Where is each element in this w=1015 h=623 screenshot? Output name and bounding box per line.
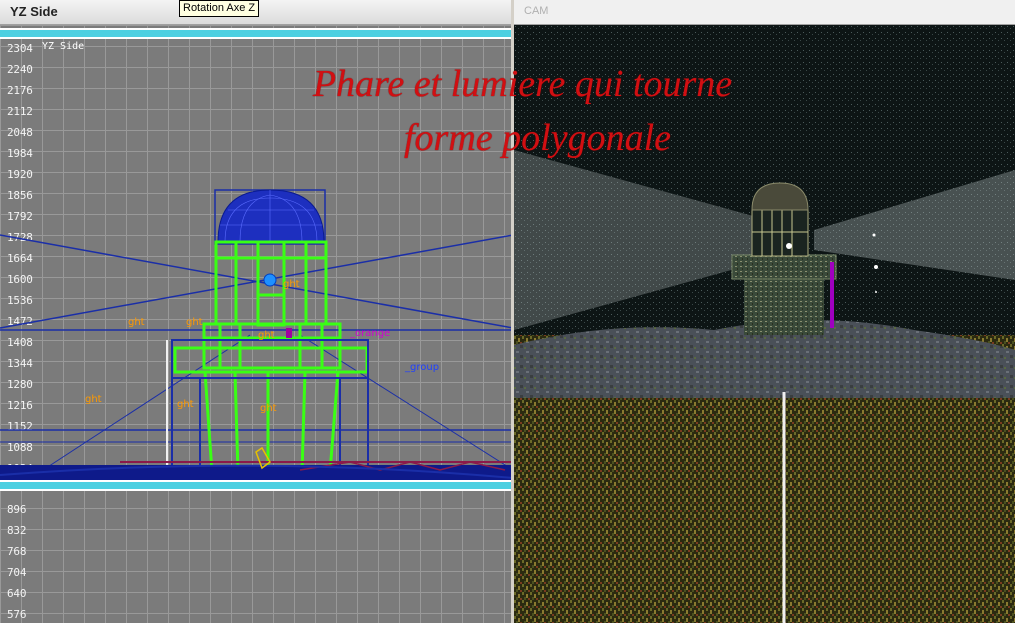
rotation-axis-tooltip: Rotation Axe Z bbox=[179, 0, 260, 17]
group-label[interactable]: _group bbox=[405, 362, 439, 373]
light-label[interactable]: ght bbox=[260, 403, 277, 414]
overlay-title-line2: forme polygonale bbox=[403, 117, 671, 159]
light-label[interactable]: ght bbox=[128, 317, 145, 328]
overlay-title-line1: Phare et lumiere qui tourne bbox=[312, 63, 733, 105]
light-label[interactable]: ght bbox=[283, 279, 300, 290]
light-label[interactable]: ght bbox=[186, 317, 203, 328]
light-label[interactable]: ght bbox=[85, 394, 102, 405]
light-label[interactable]: ght bbox=[177, 399, 194, 410]
light-label[interactable]: ght bbox=[258, 330, 275, 341]
spot-orange-label[interactable]: _orange bbox=[350, 328, 390, 339]
